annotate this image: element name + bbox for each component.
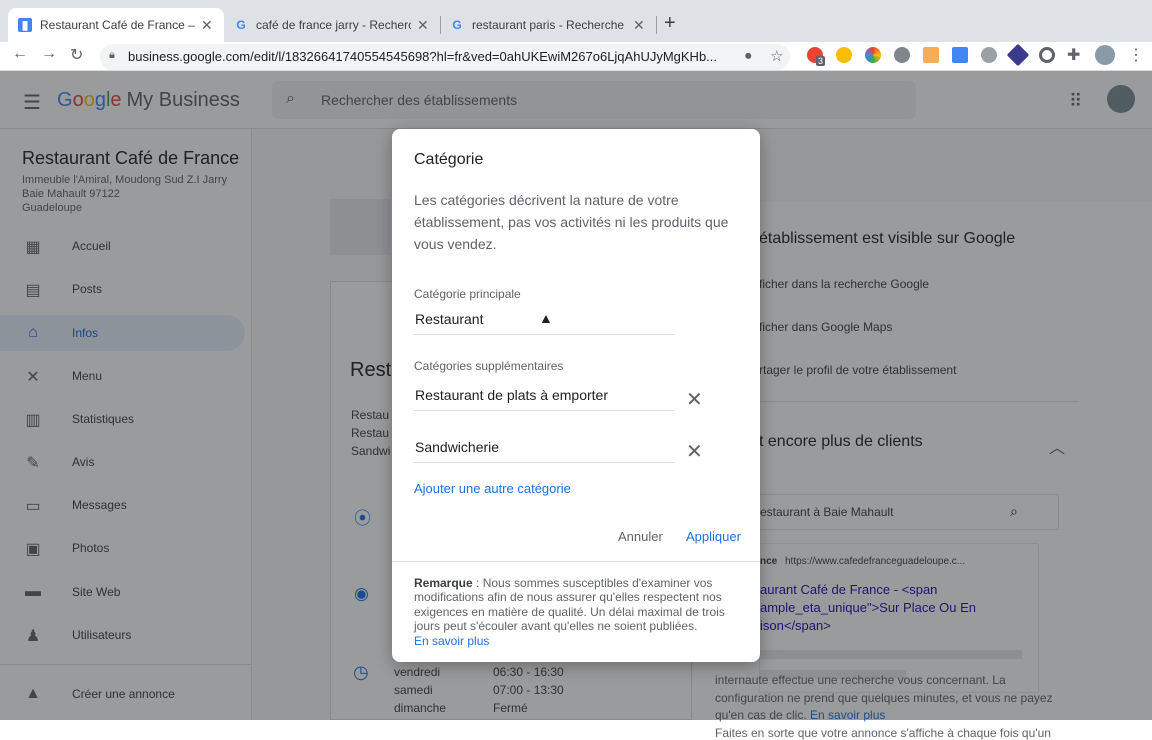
address-bar[interactable]: 🔒︎ business.google.com/edit/l/1832664174… [100, 44, 790, 70]
extension-icon[interactable] [952, 47, 968, 63]
browser-tab[interactable]: G restaurant paris - Recherche G ✕ [440, 8, 656, 42]
extension-icon[interactable] [1039, 47, 1055, 63]
learn-more-link[interactable]: En savoir plus [414, 634, 489, 648]
remove-category-icon[interactable]: ✕ [686, 439, 703, 464]
category-dialog: Catégorie Les catégories décrivent la na… [392, 129, 760, 662]
microphone-icon[interactable]: ⏺ [745, 48, 752, 64]
browser-toolbar: ← → ↻ 🔒︎ business.google.com/edit/l/1832… [0, 42, 1152, 71]
apply-button[interactable]: Appliquer [686, 529, 741, 544]
browser-tab[interactable]: G café de france jarry - Recherch ✕ [224, 8, 440, 42]
extension-icon[interactable] [923, 47, 939, 63]
note-label: Remarque [414, 576, 473, 590]
additional-category-field[interactable]: Restaurant de plats à emporter [414, 383, 674, 411]
dialog-note: Remarque : Nous sommes susceptibles d'ex… [414, 576, 744, 648]
extension-icon[interactable] [1006, 43, 1030, 67]
bookmark-star-icon[interactable]: ☆ [770, 47, 783, 65]
lock-icon: 🔒︎ [109, 49, 115, 61]
extension-icon[interactable] [865, 47, 881, 63]
extensions-puzzle-icon[interactable]: ✚ [1067, 45, 1080, 65]
tab-title: Restaurant Café de France – In [40, 18, 195, 32]
remove-category-icon[interactable]: ✕ [686, 387, 703, 412]
add-category-link[interactable]: Ajouter une autre catégorie [414, 481, 571, 496]
tab-close-icon[interactable]: ✕ [633, 17, 645, 34]
url-text[interactable]: business.google.com/edit/l/1832664174055… [128, 49, 733, 64]
dialog-description: Les catégories décrivent la nature de vo… [414, 192, 729, 252]
cancel-button[interactable]: Annuler [618, 529, 663, 544]
dialog-title: Catégorie [414, 151, 484, 168]
primary-category-value: Restaurant [415, 311, 484, 327]
reload-icon[interactable]: ↻ [70, 45, 83, 65]
mouse-cursor-icon: ▲ [539, 310, 553, 326]
tab-close-icon[interactable]: ✕ [417, 17, 429, 34]
google-favicon-icon: G [236, 18, 246, 32]
back-arrow-icon[interactable]: ← [12, 45, 28, 63]
tab-divider [656, 16, 657, 34]
gmb-favicon-icon: ▮ [18, 18, 32, 32]
additional-categories-label: Catégories supplémentaires [414, 359, 564, 373]
extension-icon[interactable] [981, 47, 997, 63]
browser-tab-strip: ▮ Restaurant Café de France – In ✕ G caf… [0, 0, 1152, 42]
primary-category-label: Catégorie principale [414, 287, 521, 301]
tab-title: café de france jarry - Recherch [256, 18, 411, 32]
forward-arrow-icon[interactable]: → [41, 45, 57, 63]
browser-menu-icon[interactable]: ⋮ [1128, 45, 1144, 65]
tab-close-icon[interactable]: ✕ [201, 17, 213, 34]
profile-avatar[interactable] [1095, 45, 1115, 65]
ad-footer-line: Faites en sorte que votre annonce s'affi… [715, 726, 1051, 740]
additional-category-value: Restaurant de plats à emporter [415, 387, 608, 403]
tab-title: restaurant paris - Recherche G [472, 18, 627, 32]
additional-category-value: Sandwicherie [415, 439, 500, 455]
browser-tab-active[interactable]: ▮ Restaurant Café de France – In ✕ [8, 8, 224, 42]
dialog-divider [392, 561, 760, 562]
new-tab-button[interactable]: + [664, 12, 676, 35]
extension-icon[interactable] [836, 47, 852, 63]
gmb-app: ☰ Google My Business ⌕ Rechercher des éta… [0, 71, 1152, 740]
extension-icon[interactable] [894, 47, 910, 63]
additional-category-field[interactable]: Sandwicherie [414, 435, 674, 463]
google-favicon-icon: G [452, 18, 462, 32]
extension-badge: 3 [816, 56, 826, 66]
